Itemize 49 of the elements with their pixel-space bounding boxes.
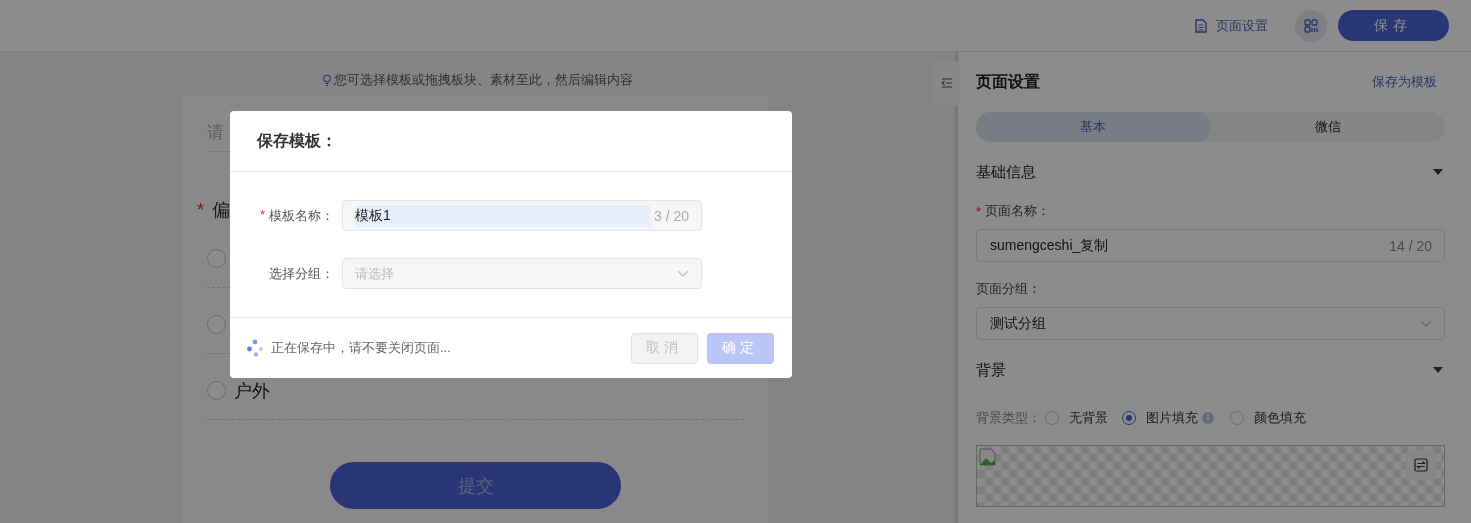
page-name-field[interactable]: sumengceshi_复制 14 / 20 <box>976 229 1445 262</box>
radio-label: 颜色填充 <box>1254 409 1306 427</box>
panel-title: 页面设置 <box>976 71 1040 92</box>
collapse-icon <box>940 78 953 88</box>
save-as-template-link[interactable]: 保存为模板 <box>1372 73 1437 91</box>
chevron-down-icon <box>677 269 689 278</box>
tab[interactable]: 微信 <box>1210 112 1445 142</box>
radio-button[interactable] <box>1045 411 1059 425</box>
dialog-title: 保存模板： <box>257 130 337 151</box>
section-title: 背景 <box>976 360 1006 380</box>
tab[interactable]: 基本 <box>976 112 1211 142</box>
broken-image-icon <box>979 448 997 466</box>
collapse-tab[interactable] <box>933 61 960 105</box>
required-mark: * <box>259 206 265 224</box>
question-title: 偏 <box>212 199 230 222</box>
radio-button[interactable] <box>1230 411 1244 425</box>
field-value: sumengceshi_复制 <box>990 236 1109 255</box>
radio-button[interactable] <box>1122 411 1136 425</box>
qr-code-icon <box>1304 18 1318 33</box>
field-label: 页面分组： <box>976 280 1041 298</box>
swap-icon <box>1414 458 1428 472</box>
field-value: 模板1 <box>355 204 650 227</box>
qr-code-button[interactable] <box>1295 9 1327 42</box>
option-label: 户外 <box>234 379 270 403</box>
lightbulb-icon <box>322 74 332 86</box>
required-mark: * <box>197 199 204 221</box>
field-label: 背景类型： <box>976 409 1041 427</box>
save-button[interactable]: 保存 <box>1338 10 1449 41</box>
section-title: 基础信息 <box>976 162 1036 182</box>
radio-label: 图片填充 <box>1146 409 1198 427</box>
select-value: 测试分组 <box>990 314 1046 333</box>
page-group-select[interactable]: 测试分组 <box>976 307 1445 340</box>
template-name-field[interactable]: 模板1 3 / 20 <box>342 200 702 231</box>
radio-button[interactable] <box>207 249 226 268</box>
page-settings-link[interactable]: 页面设置 <box>1195 16 1268 35</box>
radio-label: 无背景 <box>1069 409 1108 427</box>
chevron-down-icon <box>1420 319 1432 328</box>
char-count: 14 / 20 <box>1389 237 1432 254</box>
field-label: 页面名称： <box>985 202 1051 220</box>
status-message: 正在保存中，请不要关闭页面... <box>271 339 451 357</box>
required-mark: * <box>976 203 982 219</box>
hint-text: 您可选择模板或拖拽板块、素材至此，然后编辑内容 <box>334 71 633 89</box>
field-label: 模板名称： <box>269 206 334 225</box>
radio-button[interactable] <box>207 381 226 400</box>
document-icon <box>1195 18 1207 33</box>
field-label: 选择分组： <box>269 264 334 283</box>
radio-button[interactable] <box>207 315 226 334</box>
char-count: 3 / 20 <box>653 207 689 224</box>
replace-image-button[interactable] <box>1406 450 1436 480</box>
